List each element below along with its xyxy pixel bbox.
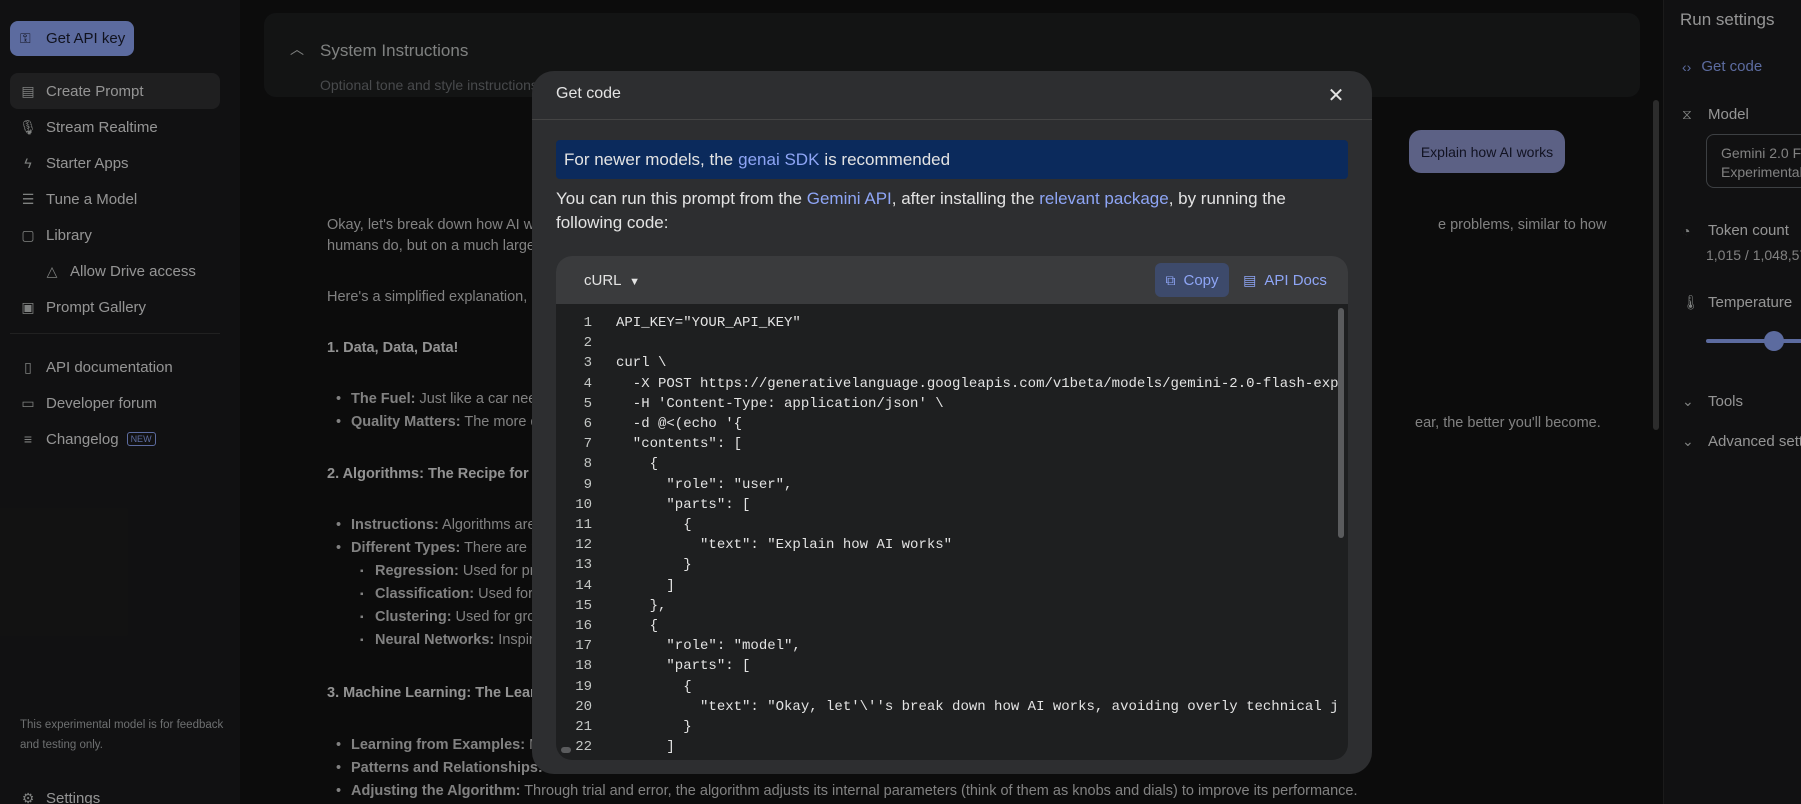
- code-line: 2: [556, 335, 1336, 355]
- code-text: {: [616, 456, 659, 473]
- code-line: 9 "role": "user",: [556, 477, 1336, 497]
- chevron-down-icon: ▼: [629, 276, 641, 288]
- code-line: 1 API_KEY="YOUR_API_KEY": [556, 315, 1336, 335]
- code-toolbar: cURL ▼ ⧉ Copy ▤ API Docs: [556, 256, 1348, 304]
- line-number: 9: [583, 476, 592, 493]
- api-docs-button[interactable]: ▤ API Docs: [1235, 263, 1335, 297]
- code-line: 22 ]: [556, 739, 1336, 759]
- code-line: 5 -H 'Content-Type: application/json' \: [556, 396, 1336, 416]
- language-value: cURL: [584, 272, 621, 289]
- line-number: 13: [575, 557, 592, 574]
- line-number: 15: [575, 597, 592, 614]
- code-line: 20 "text": "Okay, let'\''s break down ho…: [556, 698, 1339, 719]
- code-text: -X POST https://generativelanguage.googl…: [616, 375, 1339, 392]
- code-text: {: [616, 618, 659, 634]
- code-text: }: [616, 719, 692, 735]
- language-select[interactable]: cURL ▼: [584, 272, 640, 289]
- code-text: "text": "Explain how AI works": [616, 537, 953, 554]
- dialog-divider: [532, 119, 1372, 120]
- code-vertical-scrollbar[interactable]: [1338, 308, 1344, 538]
- line-number: 21: [575, 719, 592, 735]
- line-number: 3: [583, 355, 592, 372]
- code-line: 17 "role": "model",: [556, 638, 1336, 658]
- code-line: 11 {: [556, 517, 1336, 537]
- document-icon: ▤: [1243, 271, 1257, 288]
- code-line: 18 "parts": [: [556, 658, 1336, 678]
- code-text: "role": "model",: [616, 638, 801, 655]
- line-number: 11: [575, 517, 592, 533]
- code-text: },: [616, 597, 667, 614]
- code-text: ]: [616, 739, 675, 756]
- banner-text: For newer models, the: [564, 149, 734, 169]
- code-text: ]: [616, 577, 675, 594]
- code-line: 3 curl \: [556, 355, 1336, 375]
- line-number: 2: [583, 335, 592, 352]
- code-text: }: [616, 557, 692, 574]
- code-text: -d @<(echo '{: [616, 416, 743, 432]
- code-horizontal-scrollbar[interactable]: [561, 747, 571, 753]
- close-icon[interactable]: ✕: [1322, 81, 1350, 109]
- code-line: 8 {: [556, 456, 1336, 476]
- code-line: 19 {: [556, 679, 1336, 699]
- line-number: 10: [575, 496, 592, 513]
- copy-icon: ⧉: [1165, 271, 1176, 288]
- code-line: 13 }: [556, 557, 1336, 577]
- sdk-recommendation-banner: For newer models, the genai SDK is recom…: [556, 140, 1348, 179]
- code-text: curl \: [616, 355, 667, 372]
- line-number: 4: [583, 375, 592, 392]
- code-card: cURL ▼ ⧉ Copy ▤ API Docs 1 API_KEY="YOUR_…: [556, 256, 1348, 760]
- code-line: 16 {: [556, 618, 1336, 638]
- intro-text: You can run this prompt from the: [556, 189, 807, 208]
- code-text: "text": "Okay, let'\''s break down how A…: [616, 698, 1339, 715]
- code-text: {: [616, 517, 692, 533]
- code-text: -H 'Content-Type: application/json' \: [616, 395, 944, 412]
- code-line: 14 ]: [556, 578, 1336, 598]
- code-editor[interactable]: 1 API_KEY="YOUR_API_KEY" 2 3 curl \ 4 -X POST…: [556, 304, 1348, 760]
- code-text: "role": "user",: [616, 476, 793, 493]
- line-number: 1: [583, 315, 592, 331]
- copy-button[interactable]: ⧉ Copy: [1155, 263, 1229, 297]
- copy-label: Copy: [1183, 271, 1219, 289]
- code-line: 21 }: [556, 719, 1336, 739]
- line-number: 19: [575, 678, 592, 695]
- line-number: 16: [575, 618, 592, 634]
- line-number: 6: [583, 416, 592, 432]
- dialog-title: Get code: [556, 85, 621, 102]
- code-line: 6 -d @<(echo '{: [556, 416, 1336, 436]
- banner-text: is recommended: [824, 149, 951, 169]
- code-line: 15 },: [556, 598, 1336, 618]
- line-number: 18: [575, 658, 592, 675]
- code-text: "contents": [: [616, 436, 743, 453]
- line-number: 20: [575, 698, 592, 715]
- code-line: 10 "parts": [: [556, 497, 1336, 517]
- code-text: "parts": [: [616, 658, 751, 675]
- gemini-api-link[interactable]: Gemini API: [807, 189, 892, 208]
- genai-sdk-link[interactable]: genai SDK: [738, 150, 819, 170]
- line-number: 8: [583, 456, 592, 473]
- app-window: ⚿ Get API key ▤ Create Prompt 🎙︎ Stream …: [0, 0, 1801, 804]
- line-number: 7: [583, 436, 592, 453]
- code-line: 7 "contents": [: [556, 436, 1336, 456]
- code-text: "parts": [: [616, 496, 751, 513]
- code-line: 12 "text": "Explain how AI works": [556, 537, 1336, 557]
- dialog-intro: You can run this prompt from the Gemini …: [556, 187, 1348, 235]
- relevant-package-link[interactable]: relevant package: [1039, 189, 1168, 208]
- get-code-dialog: Get code ✕ For newer models, the genai S…: [532, 71, 1372, 774]
- code-text: API_KEY="YOUR_API_KEY": [616, 315, 801, 331]
- line-number: 17: [575, 638, 592, 655]
- intro-text: , after installing the: [891, 189, 1040, 208]
- line-number: 12: [575, 537, 592, 554]
- code-text: {: [616, 678, 692, 695]
- api-docs-label: API Docs: [1264, 271, 1327, 289]
- code-line: 4 -X POST https://generativelanguage.goo…: [556, 375, 1339, 396]
- line-number: 5: [583, 395, 592, 412]
- line-number: 14: [575, 577, 592, 594]
